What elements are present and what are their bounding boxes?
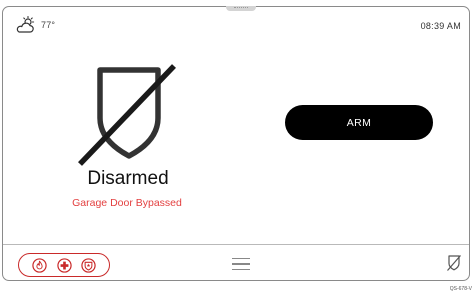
hamburger-menu-icon[interactable]: [232, 256, 250, 272]
police-icon[interactable]: [81, 257, 96, 273]
menu-line: [232, 258, 250, 260]
weather-widget[interactable]: 77°: [15, 16, 55, 34]
arm-button[interactable]: ARM: [285, 105, 433, 140]
clock: 08:39 AM: [420, 21, 461, 31]
bypass-status-message: Garage Door Bypassed: [72, 197, 182, 209]
medical-icon[interactable]: [56, 257, 72, 273]
footer-divider: [3, 244, 469, 245]
temperature-readout: 77°: [41, 20, 56, 30]
security-status-title: Disarmed: [87, 168, 169, 189]
menu-line: [232, 263, 250, 265]
document-id: QS-678-V: [449, 286, 472, 292]
fire-icon[interactable]: [32, 257, 47, 273]
shield-slash-icon: [78, 64, 176, 166]
panel-frame: [2, 6, 470, 281]
partly-cloudy-icon: [16, 16, 35, 33]
menu-line: [232, 268, 250, 270]
shield-slash-icon[interactable]: [446, 254, 462, 272]
pull-tab-grip: [234, 7, 248, 10]
emergency-panel-button[interactable]: [18, 253, 110, 277]
